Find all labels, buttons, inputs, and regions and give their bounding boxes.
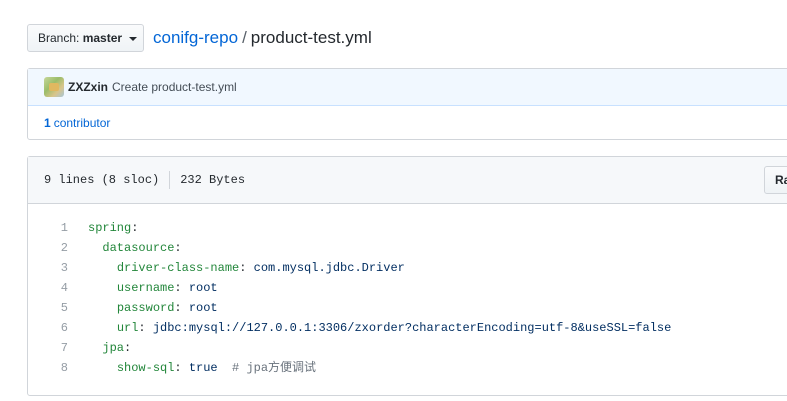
- yaml-value: jdbc:mysql://127.0.0.1:3306/zxorder?char…: [152, 321, 672, 335]
- line-number[interactable]: 5: [28, 298, 88, 318]
- code-line: 5 password: root: [28, 298, 787, 318]
- line-number[interactable]: 8: [28, 358, 88, 378]
- code-line: 7 jpa:: [28, 338, 787, 358]
- caret-down-icon: [129, 36, 138, 41]
- yaml-comment: # jpa方便调试: [217, 361, 317, 375]
- yaml-key: datasource: [102, 241, 175, 255]
- code-line: 4 username: root: [28, 278, 787, 298]
- file-view: 9 lines (8 sloc) 232 Bytes Raw 1spring:2…: [27, 156, 787, 396]
- yaml-key: username: [116, 281, 175, 295]
- line-number[interactable]: 2: [28, 238, 88, 258]
- yaml-colon: :: [174, 241, 182, 255]
- commit-message[interactable]: Create product-test.yml: [112, 80, 237, 94]
- contributor-count: 1: [44, 116, 51, 130]
- line-number[interactable]: 1: [28, 218, 88, 238]
- code-line: 6 url: jdbc:mysql://127.0.0.1:3306/zxord…: [28, 318, 787, 338]
- yaml-colon: :: [131, 221, 139, 235]
- commit-info-box: ZXZxin Create product-test.yml 1 contrib…: [27, 68, 787, 140]
- yaml-colon: :: [124, 341, 132, 355]
- yaml-colon: :: [138, 321, 153, 335]
- code-line: 8 show-sql: true # jpa方便调试: [28, 358, 787, 378]
- repo-link[interactable]: conifg-repo: [153, 28, 238, 47]
- yaml-key: driver-class-name: [116, 261, 240, 275]
- code-block: 1 spring:2 datasource:3 driver-class-name…: [28, 204, 787, 378]
- commit-tease: ZXZxin Create product-test.yml: [28, 69, 787, 106]
- contributor-label: contributor: [53, 116, 111, 130]
- yaml-value: root: [188, 301, 218, 315]
- yaml-key: show-sql: [116, 361, 175, 375]
- yaml-value: root: [188, 281, 218, 295]
- yaml-key: password: [116, 301, 175, 315]
- yaml-colon: :: [174, 281, 189, 295]
- commit-author[interactable]: ZXZxin: [68, 80, 108, 94]
- breadcrumb: conifg-repo / product-test.yml: [153, 27, 372, 49]
- yaml-colon: :: [174, 301, 189, 315]
- yaml-key: url: [116, 321, 139, 335]
- file-name: product-test.yml: [250, 28, 372, 47]
- avatar[interactable]: [44, 77, 64, 97]
- line-number[interactable]: 3: [28, 258, 88, 278]
- branch-prefix: Branch:: [38, 31, 80, 45]
- contributors-link[interactable]: 1 contributor: [28, 106, 787, 140]
- file-line-count: 9 lines (8 sloc): [44, 173, 160, 187]
- code-line: 2 datasource:: [28, 238, 787, 258]
- file-size: 232 Bytes: [180, 173, 246, 187]
- line-number[interactable]: 7: [28, 338, 88, 358]
- branch-select-button[interactable]: Branch: master: [27, 24, 144, 52]
- code-line: 1 spring:: [28, 218, 787, 238]
- code-line: 3 driver-class-name: com.mysql.jdbc.Driv…: [28, 258, 787, 278]
- file-info-divider: [169, 171, 171, 189]
- yaml-key: spring: [88, 221, 132, 235]
- yaml-key: jpa: [102, 341, 125, 355]
- yaml-colon: :: [174, 361, 189, 375]
- breadcrumb-separator: /: [242, 28, 247, 47]
- line-number[interactable]: 4: [28, 278, 88, 298]
- line-number[interactable]: 6: [28, 318, 88, 338]
- branch-name: master: [82, 31, 123, 45]
- yaml-value: com.mysql.jdbc.Driver: [253, 261, 405, 275]
- raw-button[interactable]: Raw: [764, 166, 787, 194]
- file-header: 9 lines (8 sloc) 232 Bytes Raw: [28, 157, 787, 204]
- yaml-value: true: [188, 361, 218, 375]
- yaml-colon: :: [239, 261, 254, 275]
